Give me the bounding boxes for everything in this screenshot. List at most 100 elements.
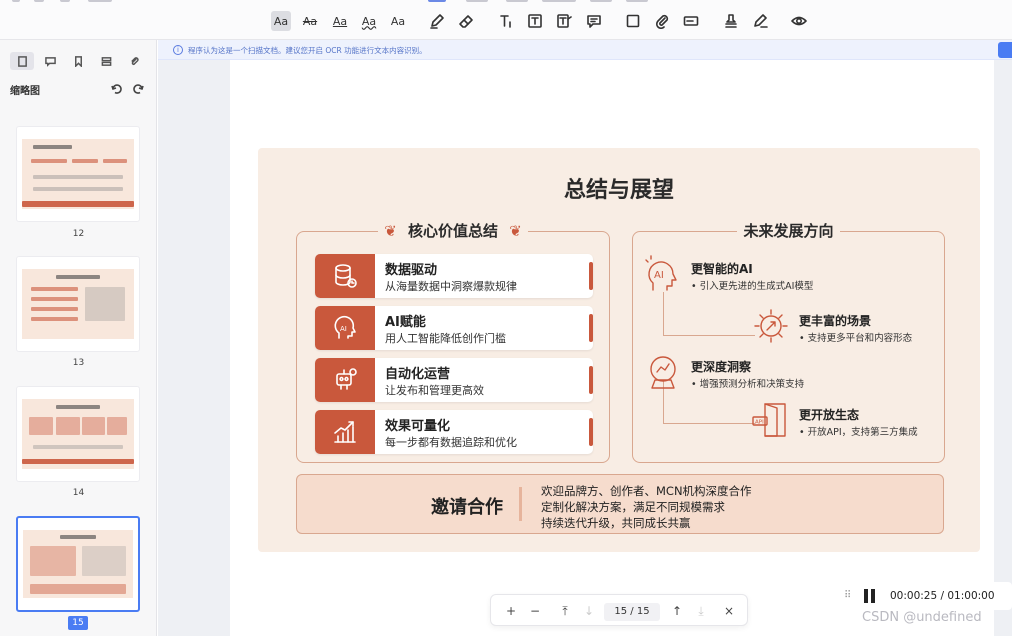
playback-time: 00:00:25 / 01:00:00	[890, 590, 995, 602]
text-box-icon[interactable]	[525, 11, 545, 31]
future-desc: • 支持更多平台和内容形态	[799, 333, 913, 344]
leaf-icon: ❦	[384, 222, 402, 240]
menu-tab[interactable]	[590, 0, 612, 2]
tool-label: Aa	[361, 14, 377, 28]
text-cursor-icon[interactable]	[495, 11, 515, 31]
page-number-14: 14	[72, 488, 85, 498]
future-desc: • 增强预测分析和决策支持	[691, 379, 805, 390]
value-title: 自动化运营	[385, 367, 451, 382]
rotate-right-icon[interactable]	[132, 80, 146, 94]
core-value-panel: ❦ 核心价值总结 ❦ 数据驱动 从海量数据中洞察爆款规律 AI AI赋能 用人工…	[296, 222, 610, 463]
network-icon	[751, 306, 791, 346]
thumbnail-image	[23, 530, 133, 598]
value-desc: 从海量数据中洞察爆款规律	[385, 280, 517, 293]
next-page-button[interactable]: ↑	[669, 603, 685, 619]
sidebar-title: 缩略图	[10, 86, 40, 97]
text-squiggly-tool[interactable]: Aa	[359, 11, 379, 31]
pen-icon[interactable]	[427, 11, 447, 31]
accent-bar	[589, 262, 593, 290]
text-callout-icon[interactable]	[554, 11, 574, 31]
document-viewport[interactable]: 总结与展望 ❦ 核心价值总结 ❦ 数据驱动 从海量数据中洞察爆款规律 AI AI…	[158, 60, 1012, 636]
tab-bookmarks[interactable]	[66, 52, 90, 70]
eye-icon[interactable]	[789, 11, 809, 31]
tab-layers[interactable]	[94, 52, 118, 70]
sidebar-tabs	[10, 52, 146, 70]
slide-title: 总结与展望	[563, 177, 674, 203]
first-page-button[interactable]: ⤒	[557, 603, 573, 619]
value-row: 自动化运营 让发布和管理更高效	[315, 358, 593, 402]
text-caret-tool[interactable]: Aa	[388, 11, 408, 31]
panel-title-text: 核心价值总结	[401, 222, 504, 240]
thumbnail-sidebar: 缩略图 12 13 14 15	[0, 40, 157, 636]
menu-tab[interactable]	[626, 0, 648, 2]
page-thumbnail-14[interactable]	[16, 386, 140, 482]
info-icon: i	[173, 45, 183, 55]
page-thumbnail-15[interactable]	[16, 516, 140, 612]
panel-title-left: ❦ 核心价值总结 ❦	[297, 220, 609, 241]
connector-line	[663, 292, 755, 336]
document-page: 总结与展望 ❦ 核心价值总结 ❦ 数据驱动 从海量数据中洞察爆款规律 AI AI…	[230, 60, 994, 636]
zoom-out-button[interactable]: −	[527, 603, 543, 619]
value-row: AI AI赋能 用人工智能降低创作门槛	[315, 306, 593, 350]
menu-stub	[12, 0, 20, 2]
stamp-icon[interactable]	[721, 11, 741, 31]
invite-banner: 邀请合作 欢迎品牌方、创作者、MCN机构深度合作 定制化解决方案，满足不同规模需…	[296, 474, 944, 534]
page-number-13: 13	[72, 358, 85, 368]
close-icon[interactable]: ×	[721, 603, 737, 619]
future-title: 更丰富的场景	[799, 314, 872, 328]
future-desc: • 引入更先进的生成式AI模型	[691, 281, 814, 292]
menu-tab-active[interactable]	[428, 0, 446, 2]
crystal-ball-icon	[643, 352, 683, 392]
watermark: CSDN @undefined	[862, 610, 982, 625]
zoom-in-button[interactable]: +	[503, 603, 519, 619]
svg-text:AI: AI	[340, 325, 347, 333]
page-navigator: + − ⤒ ↓ 15 / 15 ↑ ⤓ ×	[490, 594, 748, 626]
invite-line: 持续迭代升级，共同成长共赢	[541, 516, 691, 530]
comment-icon[interactable]	[584, 11, 604, 31]
text-underline-tool[interactable]: Aa	[330, 11, 350, 31]
thumbnail-image	[22, 269, 134, 339]
database-icon	[315, 254, 375, 298]
form-field-icon[interactable]	[681, 11, 701, 31]
page-thumbnail-13[interactable]	[16, 256, 140, 352]
page-number-15: 15	[68, 616, 88, 630]
attachment-icon[interactable]	[652, 11, 672, 31]
open-door-icon: API	[751, 400, 791, 440]
future-title: 更深度洞察	[691, 360, 752, 374]
previous-page-button[interactable]: ↓	[581, 603, 597, 619]
ocr-notice-bar: i 程序认为这是一个扫描文档。建议您开启 OCR 功能进行文本内容识别。	[158, 40, 1012, 60]
last-page-button[interactable]: ⤓	[693, 603, 709, 619]
text-strikethrough-tool[interactable]: Aa	[300, 11, 320, 31]
leaf-icon: ❦	[504, 222, 522, 240]
text-highlight-tool[interactable]: Aa	[271, 11, 291, 31]
menu-tab[interactable]	[466, 0, 488, 2]
menu-tab[interactable]	[542, 0, 576, 2]
tab-comments[interactable]	[38, 52, 62, 70]
value-desc: 每一步都有数据追踪和优化	[385, 436, 517, 449]
pause-button[interactable]	[864, 589, 876, 603]
future-title: 更智能的AI	[691, 262, 753, 276]
page-thumbnail-12[interactable]	[16, 126, 140, 222]
panel-title-right: 未来发展方向	[633, 220, 944, 241]
value-desc: 让发布和管理更高效	[385, 384, 484, 397]
page-number-12: 12	[72, 229, 85, 239]
rectangle-icon[interactable]	[623, 11, 643, 31]
tool-label: Aa	[332, 14, 348, 28]
drag-handle-icon[interactable]: ⠿	[844, 590, 851, 601]
panel-title-text: 未来发展方向	[737, 222, 840, 240]
ocr-enable-button[interactable]	[998, 42, 1012, 58]
eraser-icon[interactable]	[456, 11, 476, 31]
invite-line: 欢迎品牌方、创作者、MCN机构深度合作	[541, 484, 752, 498]
value-desc: 用人工智能降低创作门槛	[385, 332, 506, 345]
accent-bar	[589, 418, 593, 446]
thumbnail-image	[22, 399, 134, 469]
rotate-left-icon[interactable]	[111, 80, 125, 94]
menu-tab[interactable]	[506, 0, 528, 2]
page-number-input[interactable]: 15 / 15	[604, 603, 660, 621]
tab-attachments[interactable]	[122, 52, 146, 70]
signature-icon[interactable]	[750, 11, 770, 31]
accent-bar	[589, 366, 593, 394]
menu-stub	[88, 0, 112, 2]
future-desc: • 开放API，支持第三方集成	[799, 427, 918, 438]
tab-thumbnails[interactable]	[10, 52, 34, 70]
